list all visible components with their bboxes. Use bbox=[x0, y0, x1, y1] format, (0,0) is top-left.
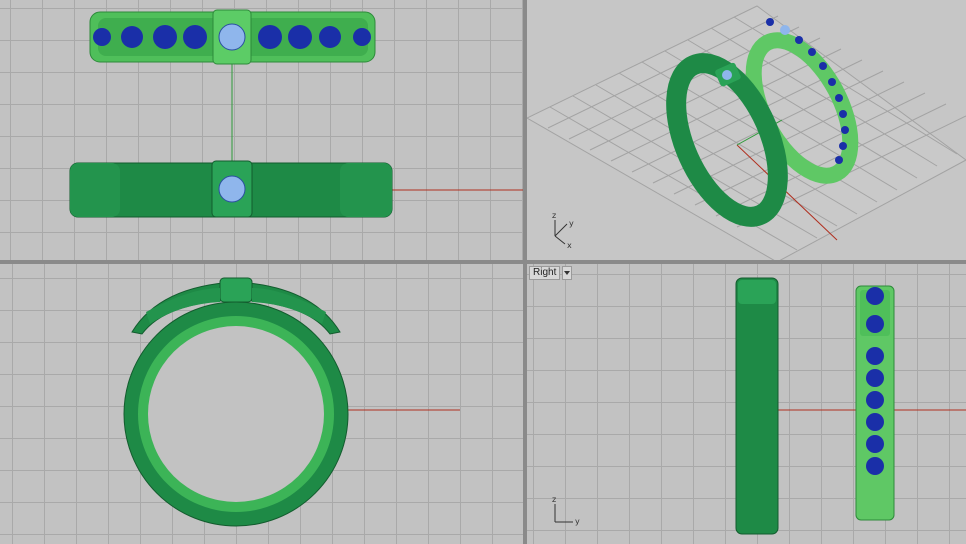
viewport-splitter-horizontal[interactable] bbox=[0, 260, 966, 264]
viewport-splitter-vertical[interactable] bbox=[523, 0, 527, 544]
axis-label-x: x bbox=[567, 241, 572, 250]
top-viewport-canvas bbox=[69, 9, 523, 218]
axis-label-y: y bbox=[569, 219, 574, 228]
right-viewport-canvas: y z bbox=[552, 277, 966, 535]
rhino-four-viewport-layout: y x z Right y z bbox=[0, 0, 966, 544]
ring-front-view bbox=[123, 277, 349, 527]
ring-side-plain bbox=[735, 277, 779, 535]
right-axis-icon: y z bbox=[552, 495, 580, 526]
perspective-viewport-canvas: y x z bbox=[527, 5, 966, 260]
ring-band-top-plain bbox=[69, 160, 393, 218]
top-viewport[interactable] bbox=[0, 0, 523, 260]
axis-label-z: z bbox=[552, 495, 556, 504]
right-viewport[interactable]: Right y z bbox=[527, 264, 966, 544]
ring-band-top-gems bbox=[89, 9, 376, 65]
axis-label-z: z bbox=[552, 211, 556, 220]
perspective-viewport[interactable]: y x z bbox=[527, 0, 966, 260]
axis-label-y: y bbox=[575, 517, 580, 526]
perspective-axis-icon: y x z bbox=[552, 211, 574, 250]
ring-side-gems bbox=[855, 285, 895, 521]
front-viewport-canvas bbox=[123, 277, 460, 527]
front-viewport[interactable] bbox=[0, 264, 523, 544]
